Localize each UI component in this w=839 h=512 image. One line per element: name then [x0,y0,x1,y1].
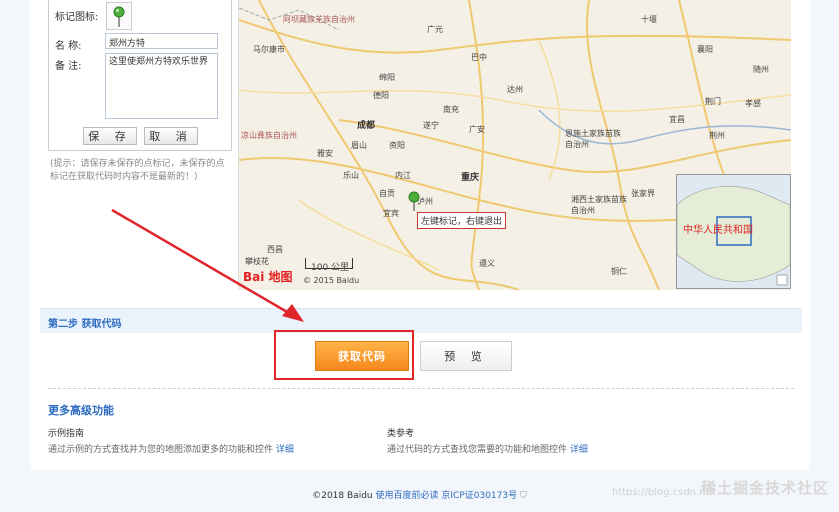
step2-title: 第二步 获取代码 [48,319,122,330]
marker-edit-panel: 标记图标: 名 称: 郑州方特 备 注: 这里使郑州方特欢乐世界 保 存 取 消 [48,0,232,151]
map-city: 荆州 [709,131,725,140]
cancel-button[interactable]: 取 消 [144,127,198,145]
scale-text: 100 公里 [311,263,350,273]
juejin-watermark: 稀土掘金技术社区 [700,479,829,497]
map-city: 恩施土家族苗族自治州 [565,129,621,149]
advanced-title: 更多高级功能 [48,404,114,417]
map-city: 广元 [427,25,443,34]
map-city: 湘西土家族苗族自治州 [571,195,627,215]
map-city: 南充 [443,105,459,114]
map-city: 随州 [753,65,769,74]
map-city: 眉山 [351,141,367,150]
map-city: 十堰 [641,15,657,24]
footer-icp-link[interactable]: 京ICP证030173号 [441,491,517,501]
map-city: 乐山 [343,171,359,180]
shield-icon: ⛉ [519,491,527,501]
map-city: 阿坝藏族羌族自治州 [283,15,355,24]
footer-terms-link[interactable]: 使用百度前必读 [375,491,438,501]
marker-icon-picker[interactable] [106,2,132,30]
map-city: 孝感 [745,99,761,108]
reference-detail-link[interactable]: 详细 [570,445,588,455]
green-pin-icon[interactable] [407,190,421,212]
reference-desc: 通过代码的方式查找您需要的功能和地图控件 详细 [387,445,588,455]
map-city: 遵义 [479,259,495,268]
map-copyright: © 2015 Baidu [303,276,360,285]
examples-heading: 示例指南 [48,429,85,439]
map-city: 达州 [507,85,523,94]
marker-icon-label: 标记图标: [55,12,99,23]
baidu-logo: Bai 地图 [243,270,293,284]
map-city: 宜宾 [383,209,399,218]
map-city: 内江 [395,171,411,180]
map-city: 马尔康市 [253,45,285,54]
map-city: 广安 [469,125,485,134]
note-textarea[interactable]: 这里使郑州方特欢乐世界 [105,53,218,119]
reference-heading: 类参考 [387,429,415,439]
map-city: 西昌 [267,245,283,254]
save-button[interactable]: 保 存 [83,127,137,145]
map-city: 凉山彝族自治州 [241,131,297,140]
map-city: 雅安 [317,149,333,158]
map-city: 重庆 [461,173,480,183]
map-tooltip: 左键标记，右键退出 [417,212,507,229]
step2-bar: 第二步 获取代码 [40,308,802,333]
map-city: 成都 [357,121,376,131]
map-city: 遂宁 [423,121,439,130]
map-city: 张家界 [631,189,655,198]
get-code-button[interactable]: 获取代码 [315,341,409,371]
map-city: 德阳 [373,91,389,100]
note-label: 备 注: [55,61,82,72]
divider [48,388,794,389]
map-city: 自贡 [379,189,395,198]
green-pin-icon [113,6,125,27]
map-city: 铜仁 [611,267,627,276]
overview-map[interactable]: 中华人民共和国 [676,174,791,289]
map-city: 宜昌 [669,115,685,124]
map-city: 荆门 [705,97,721,106]
examples-detail-link[interactable]: 详细 [276,445,294,455]
map-city: 资阳 [389,141,405,150]
map-city: 襄阳 [697,45,713,54]
map-city: 绵阳 [379,73,395,82]
overview-label: 中华人民共和国 [683,225,753,236]
map-city: 巴中 [471,53,487,62]
footer-copyright: ©2018 Baidu [312,491,373,501]
map-city: 攀枝花 [245,257,269,266]
hint-text: (提示：请保存未保存的点标记，未保存的点标记在获取代码时内容不是最新的！) [50,159,225,182]
preview-button[interactable]: 预 览 [420,341,512,371]
name-field[interactable]: 郑州方特 [105,33,218,49]
name-label: 名 称: [55,41,82,52]
examples-desc: 通过示例的方式查找并为您的地图添加更多的功能和控件 详细 [48,445,294,455]
